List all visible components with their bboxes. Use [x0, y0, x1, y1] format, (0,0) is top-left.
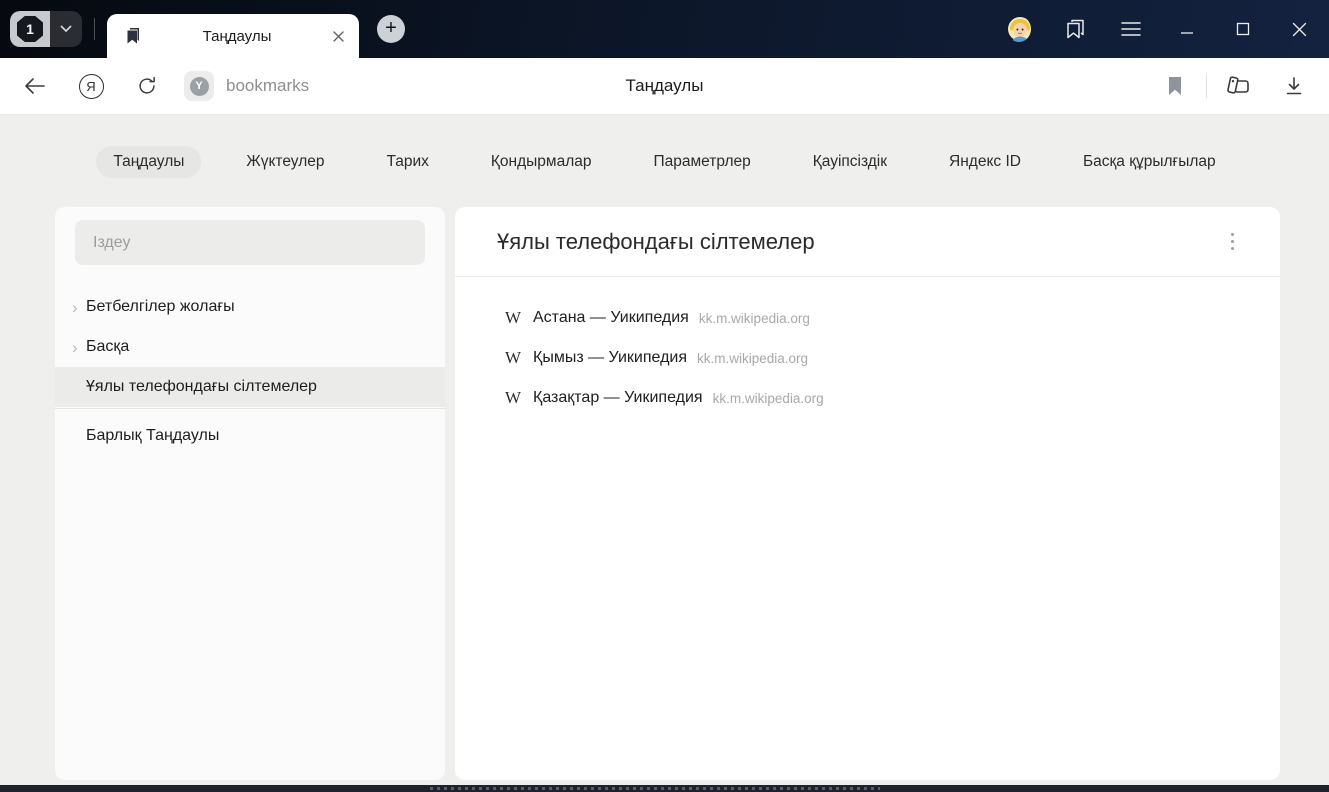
folder-header: Ұялы телефондағы сілтемелер [455, 207, 1280, 277]
chevron-right-icon[interactable]: › [72, 299, 86, 316]
profile-avatar[interactable] [1007, 17, 1031, 41]
bookmark-item[interactable]: W Қымыз — Уикипедия kk.m.wikipedia.org [505, 338, 1280, 378]
tab-controls: 1 [10, 11, 107, 47]
folder-options-button[interactable] [1225, 227, 1240, 256]
all-favorites-label: Барлық Таңдаулы [86, 427, 219, 445]
tab-close-icon[interactable] [332, 30, 345, 43]
download-icon [1284, 76, 1304, 96]
back-button[interactable] [20, 71, 50, 101]
tab-downloads[interactable]: Жүктеулер [229, 146, 341, 178]
tab-other-devices[interactable]: Басқа құрылғылар [1066, 146, 1233, 178]
bookmarks-panel-icon [1063, 17, 1087, 41]
browser-tab-active[interactable]: Таңдаулы [107, 14, 359, 58]
window-titlebar: 1 Таңдаулы + [0, 0, 1329, 58]
chevron-right-icon[interactable]: › [72, 339, 86, 356]
avatar-face-icon [1007, 16, 1031, 42]
bookmark-domain: kk.m.wikipedia.org [713, 391, 824, 406]
chevron-down-icon [60, 25, 72, 33]
bookmark-title[interactable]: Қазақтар — Уикипедия [533, 389, 703, 407]
address-bar-page-title: Таңдаулы [626, 76, 704, 96]
bookmark-title[interactable]: Қымыз — Уикипедия [533, 349, 687, 367]
search-input[interactable] [75, 234, 425, 252]
toolbar-right-actions [1160, 71, 1309, 101]
favicon-letter: Y [195, 80, 202, 92]
reload-button[interactable] [132, 71, 162, 101]
wikipedia-favicon-icon: W [505, 388, 527, 408]
yandex-logo-icon: Я [79, 74, 104, 99]
folder-label: Бетбелгілер жолағы [86, 298, 235, 316]
titlebar-right-controls [1007, 17, 1311, 41]
taskbar-edge [0, 785, 1329, 792]
taskbar-edge-texture [430, 787, 880, 790]
tab-history[interactable]: Тарих [369, 146, 445, 178]
bookmark-page-button[interactable] [1160, 71, 1190, 101]
window-minimize-button[interactable] [1175, 17, 1199, 41]
more-options-icon [1231, 240, 1234, 243]
bookmark-domain: kk.m.wikipedia.org [699, 311, 810, 326]
hamburger-menu-icon [1121, 21, 1141, 37]
bookmark-flag-icon [1167, 76, 1183, 96]
page-favicon-icon: Y [190, 77, 209, 96]
yandex-home-button[interactable]: Я [76, 71, 106, 101]
back-arrow-icon [24, 77, 46, 95]
more-options-icon [1231, 233, 1234, 236]
address-bar-favicon[interactable]: Y [184, 71, 214, 101]
tab-counter-button[interactable]: 1 [10, 11, 82, 47]
tab-extensions[interactable]: Қондырмалар [474, 146, 609, 178]
settings-nav-tabs: Таңдаулы Жүктеулер Тарих Қондырмалар Пар… [0, 115, 1329, 178]
tab-security[interactable]: Қауіпсіздік [796, 146, 904, 178]
browser-toolbar: Я Y bookmarks Таңдаулы [0, 58, 1329, 115]
yandex-letter: Я [86, 79, 95, 94]
folder-other[interactable]: › Басқа [55, 327, 445, 367]
bookmark-item[interactable]: W Астана — Уикипедия kk.m.wikipedia.org [505, 298, 1280, 338]
tab-count[interactable]: 1 [10, 11, 50, 47]
minimize-icon [1180, 22, 1194, 36]
new-tab-button[interactable]: + [377, 15, 405, 43]
tab-favorites[interactable]: Таңдаулы [96, 146, 201, 178]
browser-menu-button[interactable] [1119, 17, 1143, 41]
downloads-button[interactable] [1279, 71, 1309, 101]
bookmarks-page: Таңдаулы Жүктеулер Тарих Қондырмалар Пар… [0, 115, 1329, 785]
collections-icon [1224, 74, 1252, 98]
tab-title: Таңдаулы [142, 28, 332, 45]
collections-button[interactable] [1223, 71, 1253, 101]
folder-tree: › Бетбелгілер жолағы › Басқа Ұялы телефо… [55, 287, 445, 407]
close-icon [1292, 22, 1307, 37]
wikipedia-favicon-icon: W [505, 348, 527, 368]
folder-label: Ұялы телефондағы сілтемелер [86, 378, 317, 396]
bookmark-search[interactable] [75, 220, 425, 265]
bookmarks-main-panel: Ұялы телефондағы сілтемелер W Астана — У… [455, 207, 1280, 780]
folder-title: Ұялы телефондағы сілтемелер [497, 229, 1225, 255]
folder-label: Басқа [86, 338, 129, 356]
bookmark-domain: kk.m.wikipedia.org [697, 351, 808, 366]
address-bar-url[interactable]: bookmarks [226, 76, 309, 96]
bookmark-tab-icon [125, 27, 142, 45]
wikipedia-favicon-icon: W [505, 308, 527, 328]
avatar [1007, 16, 1031, 42]
toolbar-divider [1206, 74, 1207, 98]
all-favorites-item[interactable]: Барлық Таңдаулы [55, 409, 445, 463]
window-close-button[interactable] [1287, 17, 1311, 41]
window-maximize-button[interactable] [1231, 17, 1255, 41]
more-options-icon [1231, 247, 1234, 250]
bookmarks-sidebar: › Бетбелгілер жолағы › Басқа Ұялы телефо… [55, 207, 445, 780]
bookmarks-panel-button[interactable] [1063, 17, 1087, 41]
content-area: › Бетбелгілер жолағы › Басқа Ұялы телефо… [55, 207, 1280, 780]
titlebar-divider [94, 18, 95, 40]
folder-bookmarks-bar[interactable]: › Бетбелгілер жолағы [55, 287, 445, 327]
bookmark-title[interactable]: Астана — Уикипедия [533, 309, 689, 327]
tab-yandex-id[interactable]: Яндекс ID [932, 146, 1038, 178]
tab-list-dropdown[interactable] [50, 11, 82, 47]
tab-count-badge: 1 [17, 16, 43, 42]
folder-mobile-links[interactable]: Ұялы телефондағы сілтемелер [55, 367, 445, 407]
reload-icon [136, 75, 158, 97]
bookmark-list: W Астана — Уикипедия kk.m.wikipedia.org … [455, 277, 1280, 418]
tab-settings[interactable]: Параметрлер [636, 146, 767, 178]
maximize-icon [1236, 22, 1250, 36]
bookmark-item[interactable]: W Қазақтар — Уикипедия kk.m.wikipedia.or… [505, 378, 1280, 418]
